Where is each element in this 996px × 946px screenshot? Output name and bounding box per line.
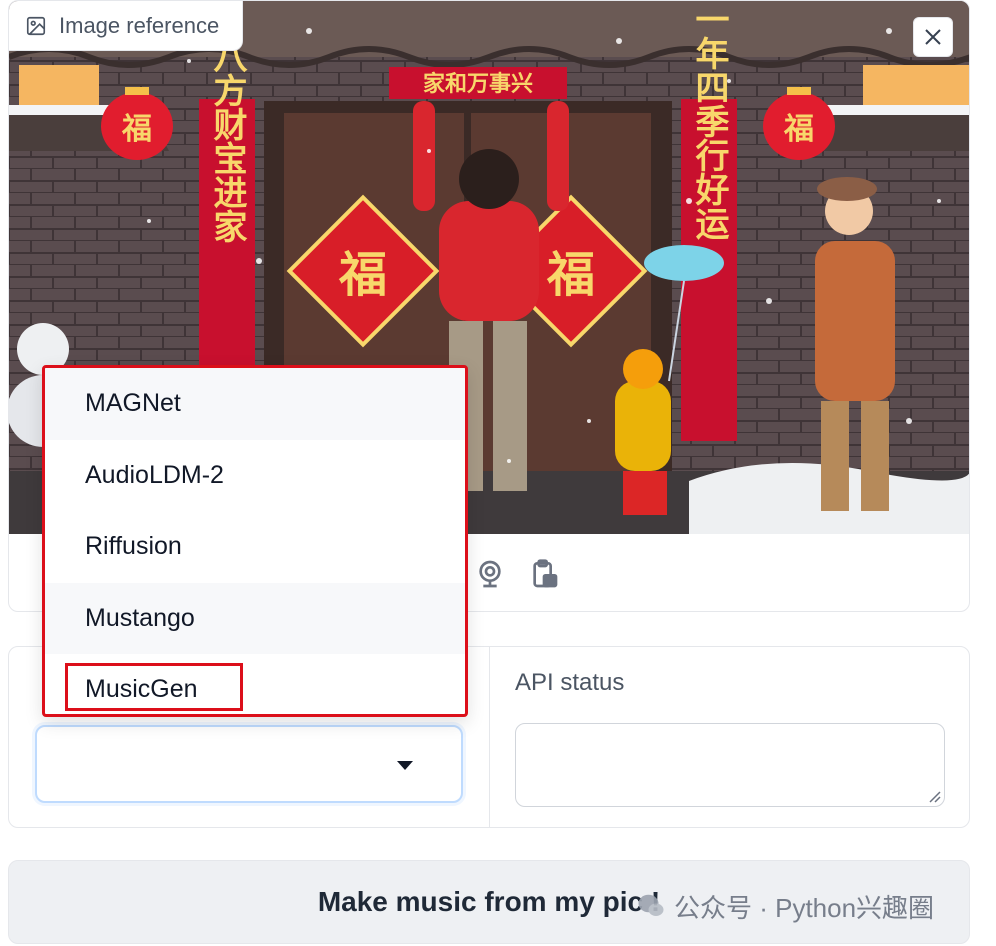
wechat-icon <box>638 894 664 916</box>
door-sign-right: 福 <box>546 247 595 303</box>
model-select-dropdown[interactable] <box>35 725 463 803</box>
watermark-text: 公众号 · Python兴趣圈 <box>674 892 935 923</box>
resize-handle-icon[interactable] <box>927 789 941 803</box>
watermark: 公众号 · Python兴趣圈 <box>636 888 934 924</box>
close-icon <box>925 29 941 45</box>
image-reference-label-text: Image reference <box>59 12 220 38</box>
option-label: AudioLDM-2 <box>85 460 224 489</box>
image-reference-label: Image reference <box>9 1 243 51</box>
option-riffusion[interactable]: Riffusion <box>45 511 465 583</box>
clipboard-icon <box>533 558 558 587</box>
banner-text: 家和万事兴 <box>423 71 533 97</box>
option-audioldm-2[interactable]: AudioLDM-2 <box>45 440 465 512</box>
option-label: Riffusion <box>85 532 182 561</box>
image-icon <box>26 16 46 35</box>
lantern-right-text: 福 <box>783 112 814 147</box>
clear-image-button[interactable] <box>913 17 953 57</box>
left-couplet-text: 八方财宝进家 <box>207 39 247 243</box>
option-label: MAGNet <box>85 389 181 418</box>
musicgen-highlight-box <box>65 663 243 711</box>
api-status-label: API status <box>515 669 625 696</box>
chevron-down-icon[interactable] <box>397 761 413 770</box>
option-mustango[interactable]: Mustango <box>45 582 465 654</box>
webcam-icon <box>479 560 501 587</box>
clipboard-source-button[interactable] <box>527 557 561 591</box>
model-options-list: MAGNet AudioLDM-2 Riffusion Mustango Mus… <box>42 365 468 717</box>
right-couplet-text: 一年四季行好运 <box>689 2 730 241</box>
door-sign-left: 福 <box>338 247 387 303</box>
webcam-source-button[interactable] <box>473 557 507 591</box>
column-divider <box>489 647 490 827</box>
option-label: Mustango <box>85 603 195 632</box>
lantern-left-text: 福 <box>121 112 152 147</box>
option-magnet[interactable]: MAGNet <box>45 368 465 440</box>
api-status-textarea[interactable] <box>515 723 945 807</box>
